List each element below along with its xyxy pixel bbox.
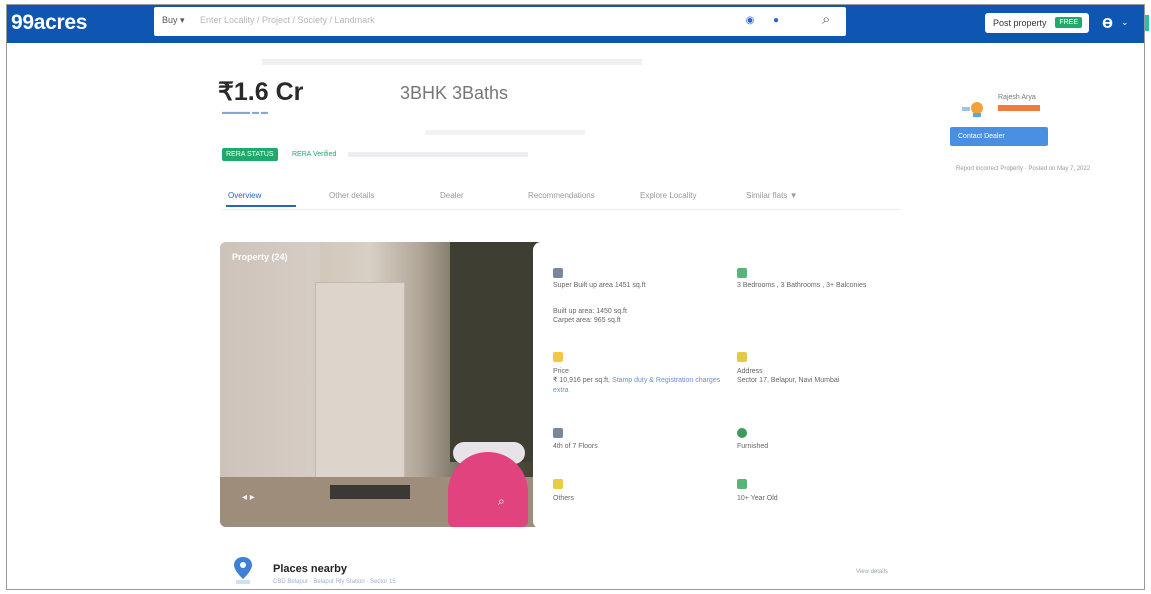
- breadcrumb: [262, 59, 642, 65]
- location-icon[interactable]: ◉: [744, 15, 756, 27]
- search-input[interactable]: Enter Locality / Project / Society / Lan…: [200, 15, 375, 25]
- rera-verified: RERA Verified: [292, 151, 337, 158]
- location-pin-icon: [234, 557, 252, 584]
- area-icon: [553, 268, 563, 278]
- price-label: Price: [553, 368, 569, 375]
- age-icon: [737, 479, 747, 489]
- rera-info: [348, 152, 528, 157]
- tab-explore-locality[interactable]: Explore Locality: [640, 191, 696, 200]
- property-photo[interactable]: Property (24) ◂ ▸ ⌕: [220, 242, 553, 527]
- agent-name: Rajesh Arya: [998, 94, 1036, 101]
- overlooking-icon: [553, 479, 563, 489]
- tab-overview[interactable]: Overview: [228, 191, 261, 200]
- agent-avatar: [962, 102, 983, 117]
- floor-value: 4th of 7 Floors: [553, 443, 598, 450]
- post-property-label: Post property: [993, 18, 1047, 28]
- age-value: 10+ Year Old: [737, 495, 778, 502]
- view-details-link[interactable]: View details: [856, 569, 888, 575]
- locality-text: [425, 130, 585, 135]
- address-label: Address: [737, 368, 763, 375]
- report-link[interactable]: Report incorrect Property · Posted on Ma…: [956, 166, 1090, 172]
- price-icon: [553, 352, 563, 362]
- configuration: 3BHK 3Baths: [400, 83, 509, 103]
- post-property-button[interactable]: Post property FREE: [985, 13, 1089, 33]
- emi-link[interactable]: ▬▬▬▬ ▬ ▬: [222, 109, 268, 116]
- furnish-icon: [737, 428, 747, 438]
- carpet-area: Carpet area: 965 sq.ft: [553, 317, 621, 324]
- tab-similar[interactable]: Similar flats ▼: [746, 191, 797, 200]
- address-value: Sector 17, Belapur, Navi Mumbai: [737, 377, 840, 384]
- configuration-value: 3 Bedrooms , 3 Bathrooms , 3+ Balconies: [737, 282, 867, 289]
- page-frame: [6, 4, 1145, 590]
- agent-badge: [998, 105, 1040, 111]
- places-nearby-title: Places nearby: [273, 563, 347, 575]
- zoom-icon[interactable]: ⌕: [498, 494, 505, 509]
- free-badge: FREE: [1055, 17, 1082, 28]
- search-bar[interactable]: Buy ▾ Enter Locality / Project / Society…: [154, 7, 846, 36]
- places-nearby-subtitle: CBD Belapur · Belapur Rly Station · Sect…: [273, 579, 396, 585]
- door: [315, 282, 405, 494]
- tab-dealer[interactable]: Dealer: [440, 191, 464, 200]
- tab-other-details[interactable]: Other details: [329, 191, 374, 200]
- stamp-duty-link[interactable]: Stamp duty & Registration charges: [612, 377, 720, 384]
- contact-dealer-button[interactable]: Contact Dealer: [950, 127, 1048, 146]
- tab-underline: [226, 205, 296, 207]
- buy-dropdown[interactable]: Buy ▾: [162, 15, 185, 26]
- floor-icon: [553, 428, 563, 438]
- rera-badge[interactable]: RERA STATUS: [222, 148, 278, 161]
- search-icon[interactable]: ⌕: [822, 12, 838, 28]
- contact-dealer-label: Contact Dealer: [958, 133, 1005, 140]
- divider: [222, 209, 902, 210]
- furnish-value: Furnished: [737, 443, 769, 450]
- price-per-sqft: ₹ 10,916 per sq.ft, Stamp duty & Registr…: [553, 377, 721, 384]
- user-icon[interactable]: ɵ: [1102, 12, 1113, 33]
- super-area: Super Built up area 1451 sq.ft: [553, 282, 646, 289]
- logo[interactable]: 99acres: [11, 11, 87, 35]
- photo-count-label: Property (24): [232, 252, 288, 262]
- overlooking-value: Others: [553, 495, 575, 502]
- bed-icon: [737, 268, 747, 278]
- address-icon: [737, 352, 747, 362]
- builtup-area: Built up area: 1450 sq.ft: [553, 308, 627, 315]
- top-navbar: 99acres Buy ▾ Enter Locality / Project /…: [7, 5, 1149, 43]
- video-icon[interactable]: ◂ ▸: [242, 492, 255, 503]
- tab-recommendations[interactable]: Recommendations: [528, 191, 595, 200]
- chevron-down-icon[interactable]: ⌄: [1121, 17, 1129, 28]
- price: ₹1.6 Cr: [218, 78, 304, 106]
- price-extra[interactable]: extra: [553, 386, 569, 395]
- menu-icon[interactable]: [1145, 15, 1149, 31]
- mic-icon[interactable]: ●: [770, 15, 782, 27]
